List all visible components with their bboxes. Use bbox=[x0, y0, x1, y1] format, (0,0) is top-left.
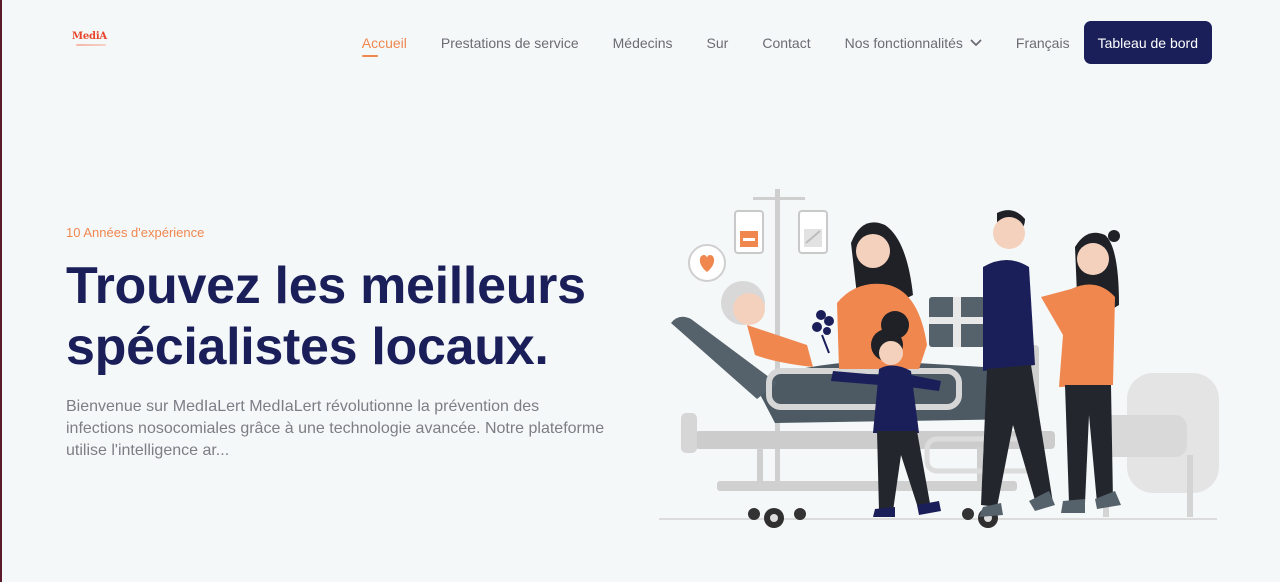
language-selector[interactable]: Français bbox=[1016, 35, 1070, 51]
logo-tagline-mark bbox=[76, 44, 106, 46]
flowers bbox=[812, 310, 834, 354]
nav-item-fonctionnalites-label: Nos fonctionnalités bbox=[844, 34, 963, 51]
hospital-visit-illustration bbox=[659, 189, 1219, 528]
hero-headline-line-2: spécialistes locaux. bbox=[66, 318, 549, 376]
heart-bubble-icon bbox=[688, 244, 726, 282]
hero-lead-paragraph: Bienvenue sur MedIaLert MedIaLert révolu… bbox=[66, 398, 605, 459]
nav-item-prestations[interactable]: Prestations de service bbox=[441, 35, 579, 51]
main-nav: Accueil Prestations de service Médecins … bbox=[361, 21, 1212, 64]
hero-headline: Trouvez les meilleurs spécialistes locau… bbox=[66, 256, 646, 378]
nav-item-accueil[interactable]: Accueil bbox=[361, 35, 407, 57]
nav-item-medecins[interactable]: Médecins bbox=[613, 35, 673, 51]
logo-text: MediA bbox=[72, 31, 107, 42]
nav-item-sur[interactable]: Sur bbox=[707, 35, 729, 51]
nav-item-fonctionnalites[interactable]: Nos fonctionnalités bbox=[845, 35, 982, 51]
logo[interactable]: MediA bbox=[72, 32, 107, 46]
experience-eyebrow: 10 Années d'expérience bbox=[66, 225, 205, 240]
gift-box bbox=[929, 297, 985, 347]
nav-item-contact[interactable]: Contact bbox=[762, 35, 810, 51]
dashboard-button[interactable]: Tableau de bord bbox=[1083, 21, 1212, 64]
woman-right bbox=[1041, 230, 1121, 513]
hero-headline-line-1: Trouvez les meilleurs bbox=[66, 257, 586, 315]
chevron-down-icon bbox=[970, 39, 982, 46]
